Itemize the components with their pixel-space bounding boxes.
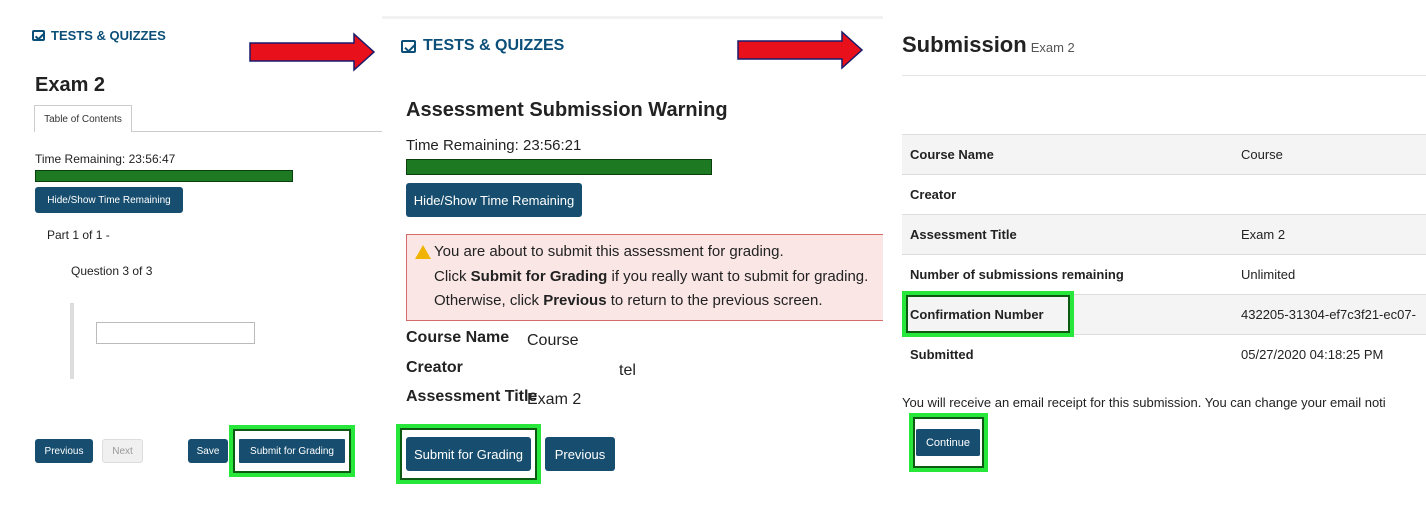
part-label: Part 1 of 1 - (47, 228, 110, 242)
brand-label: TESTS & QUIZZES (51, 28, 166, 43)
time-remaining-bar (35, 170, 293, 182)
row-value: Exam 2 (1241, 227, 1286, 242)
creator-label: Creator (406, 359, 463, 376)
row-value: 432205-31304-ef7c3f21-ec07- (1241, 307, 1416, 322)
email-receipt-note: You will receive an email receipt for th… (902, 395, 1386, 410)
question-label: Question 3 of 3 (71, 264, 153, 278)
row-value: 05/27/2020 04:18:25 PM (1241, 347, 1384, 362)
previous-button[interactable]: Previous (545, 437, 615, 471)
submission-details-table: Course Name Course Creator Assessment Ti… (902, 134, 1426, 374)
exam-title: Exam 2 (35, 74, 106, 96)
continue-button[interactable]: Continue (916, 427, 980, 458)
tab-divider (132, 131, 382, 132)
warning-box: You are about to submit this assessment … (406, 234, 883, 321)
previous-button[interactable]: Previous (35, 439, 93, 463)
next-button[interactable]: Next (102, 439, 143, 463)
course-name-label: Course Name (406, 329, 510, 346)
tests-quizzes-header: TESTS & QUIZZES (401, 37, 564, 55)
time-remaining-text: Time Remaining: 23:56:21 (406, 137, 582, 154)
assessment-title-value: Exam 2 (527, 391, 582, 408)
table-row: Submitted 05/27/2020 04:18:25 PM (902, 334, 1426, 374)
row-label: Assessment Title (910, 227, 1017, 242)
warning-line-1: You are about to submit this assessment … (434, 243, 784, 260)
hide-show-time-button[interactable]: Hide/Show Time Remaining (35, 187, 183, 213)
row-label: Submitted (910, 347, 974, 362)
confirmation-highlight-box (902, 291, 1074, 337)
course-name-value: Course (527, 332, 579, 349)
tests-quizzes-header: TESTS & QUIZZES (32, 28, 166, 43)
hide-show-time-button[interactable]: Hide/Show Time Remaining (406, 183, 582, 217)
time-remaining-text: Time Remaining: 23:56:47 (35, 152, 176, 166)
submit-for-grading-button[interactable]: Submit for Grading (237, 437, 347, 465)
page-subtitle: Exam 2 (1030, 40, 1075, 55)
submission-confirmation-panel: Submission Exam 2 Course Name Course Crea… (883, 0, 1426, 512)
row-label: Creator (910, 187, 957, 202)
checkbox-icon (401, 39, 416, 53)
submit-for-grading-button[interactable]: Submit for Grading (406, 437, 531, 471)
checkbox-icon (32, 30, 45, 41)
red-arrow-icon (737, 30, 864, 70)
time-remaining-bar (406, 159, 712, 175)
table-row: Course Name Course (902, 134, 1426, 174)
table-row: Creator (902, 174, 1426, 214)
row-value: Unlimited (1241, 267, 1296, 282)
quiz-question-panel: TESTS & QUIZZES Exam 2 Table of Contents… (0, 0, 382, 512)
tab-table-of-contents[interactable]: Table of Contents (34, 105, 132, 132)
warning-line-3: Otherwise, click Previous to return to t… (434, 292, 823, 309)
red-arrow-icon (249, 32, 376, 72)
row-label: Number of submissions remaining (910, 267, 1124, 282)
save-button[interactable]: Save (188, 439, 228, 463)
table-row: Assessment Title Exam 2 (902, 214, 1426, 254)
creator-value: tel (619, 362, 636, 379)
question-indent-bar (70, 303, 74, 379)
divider (902, 75, 1426, 76)
page-title: Assessment Submission Warning (406, 99, 728, 121)
submission-warning-panel: TESTS & QUIZZES Assessment Submission Wa… (382, 16, 883, 512)
brand-label: TESTS & QUIZZES (423, 37, 565, 54)
answer-input[interactable] (96, 322, 255, 344)
table-row: Number of submissions remaining Unlimite… (902, 254, 1426, 294)
assessment-title-label: Assessment Title (406, 388, 538, 405)
warning-icon (415, 245, 431, 259)
page-title: Submission Exam 2 (902, 32, 1075, 57)
row-label: Course Name (910, 147, 994, 162)
row-value: Course (1241, 147, 1283, 162)
warning-line-2: Click Submit for Grading if you really w… (434, 268, 869, 285)
